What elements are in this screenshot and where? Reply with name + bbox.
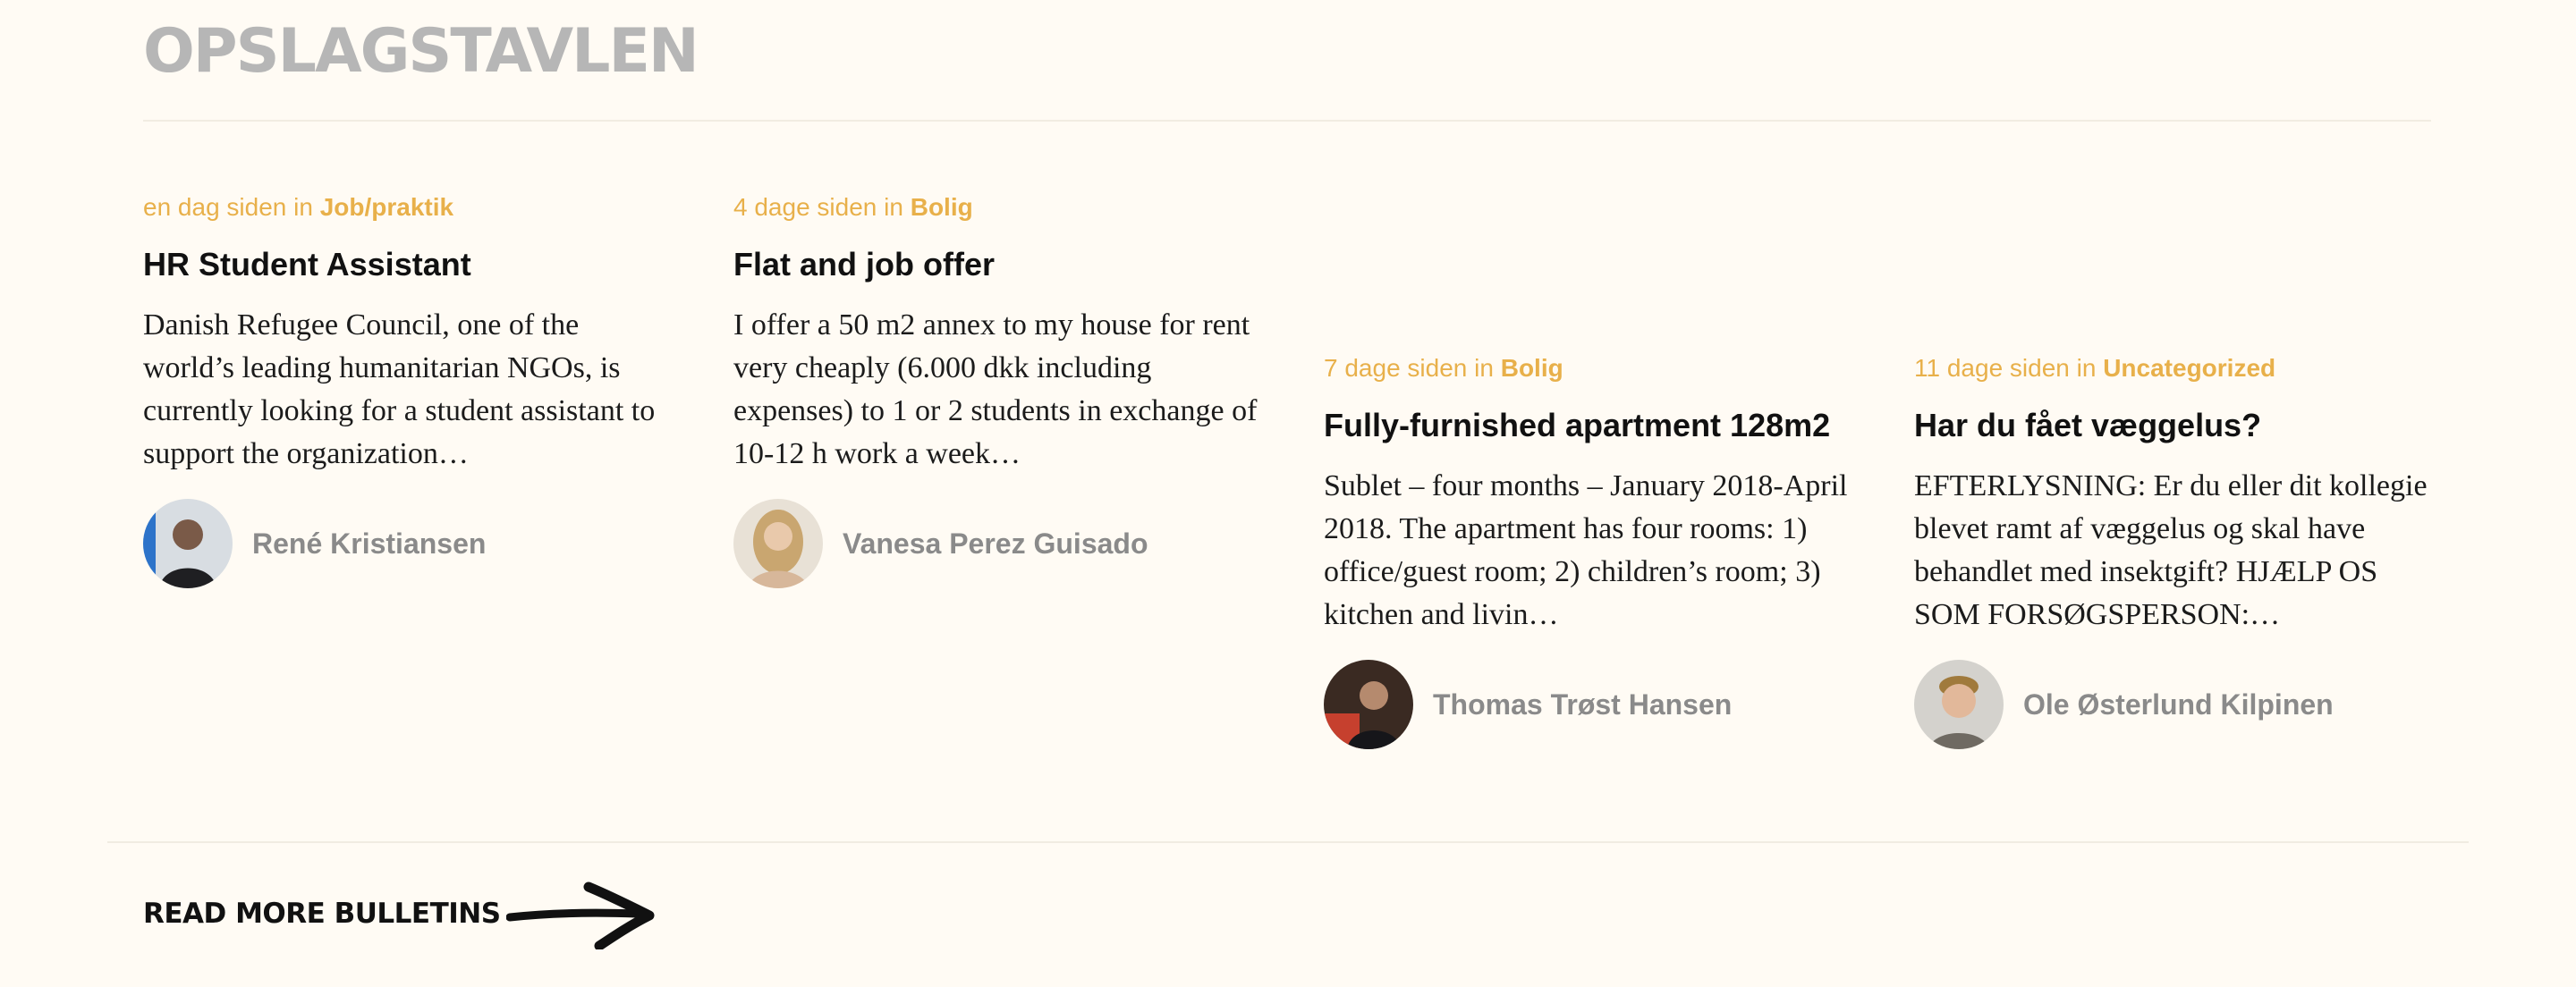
- post-excerpt: EFTERLYSNING: Er du eller dit kollegie b…: [1914, 469, 2428, 631]
- top-divider: [143, 120, 2431, 122]
- post-author[interactable]: Ole Østerlund Kilpinen: [1914, 660, 2442, 749]
- person-avatar-icon: [1914, 660, 2004, 749]
- bulletin-card: en dag siden in Job/praktik HR Student A…: [143, 193, 671, 588]
- post-title[interactable]: Flat and job offer: [733, 245, 1261, 284]
- author-name: Vanesa Perez Guisado: [843, 527, 1148, 560]
- post-category-link[interactable]: Bolig: [911, 193, 973, 221]
- post-author[interactable]: Vanesa Perez Guisado: [733, 499, 1261, 588]
- post-category-link[interactable]: Job/praktik: [320, 193, 453, 221]
- post-title[interactable]: Har du fået væggelus?: [1914, 406, 2442, 445]
- post-author[interactable]: Thomas Trøst Hansen: [1324, 660, 1852, 749]
- post-time: 4 dage siden in: [733, 193, 911, 221]
- author-avatar: [733, 499, 823, 588]
- bottom-divider: [107, 841, 2469, 843]
- arrow-right-icon: [505, 882, 655, 949]
- person-avatar-icon: [1324, 660, 1413, 749]
- bulletin-card: 7 dage siden in Bolig Fully-furnished ap…: [1324, 354, 1852, 749]
- post-category-link[interactable]: Uncategorized: [2103, 354, 2275, 382]
- author-avatar: [1914, 660, 2004, 749]
- author-avatar: [143, 499, 233, 588]
- post-title[interactable]: Fully-furnished apartment 128m2: [1324, 406, 1852, 445]
- person-avatar-icon: [143, 499, 233, 588]
- author-name: René Kristiansen: [252, 527, 487, 560]
- post-category-link[interactable]: Bolig: [1501, 354, 1563, 382]
- post-meta: en dag siden in Job/praktik: [143, 193, 671, 222]
- post-title[interactable]: HR Student Assistant: [143, 245, 671, 284]
- read-more-bulletins-link[interactable]: READ MORE BULLETINS: [143, 878, 658, 949]
- bulletin-card: 4 dage siden in Bolig Flat and job offer…: [733, 193, 1261, 588]
- post-time: 7 dage siden in: [1324, 354, 1501, 382]
- post-excerpt: Sublet – four months – January 2018-Apri…: [1324, 469, 1848, 631]
- section-title: OPSLAGSTAVLEN: [143, 16, 699, 87]
- post-author[interactable]: René Kristiansen: [143, 499, 671, 588]
- person-avatar-icon: [733, 499, 823, 588]
- post-excerpt: Danish Refugee Council, one of the world…: [143, 308, 656, 470]
- post-time: en dag siden in: [143, 193, 320, 221]
- author-name: Ole Østerlund Kilpinen: [2023, 688, 2334, 721]
- read-more-label: READ MORE BULLETINS: [143, 898, 501, 930]
- post-time: 11 dage siden in: [1914, 354, 2104, 382]
- author-name: Thomas Trøst Hansen: [1433, 688, 1733, 721]
- author-avatar: [1324, 660, 1413, 749]
- post-excerpt: I offer a 50 m2 annex to my house for re…: [733, 308, 1258, 470]
- post-meta: 7 dage siden in Bolig: [1324, 354, 1852, 383]
- post-meta: 4 dage siden in Bolig: [733, 193, 1261, 222]
- bulletin-card: 11 dage siden in Uncategorized Har du få…: [1914, 354, 2442, 749]
- post-meta: 11 dage siden in Uncategorized: [1914, 354, 2442, 383]
